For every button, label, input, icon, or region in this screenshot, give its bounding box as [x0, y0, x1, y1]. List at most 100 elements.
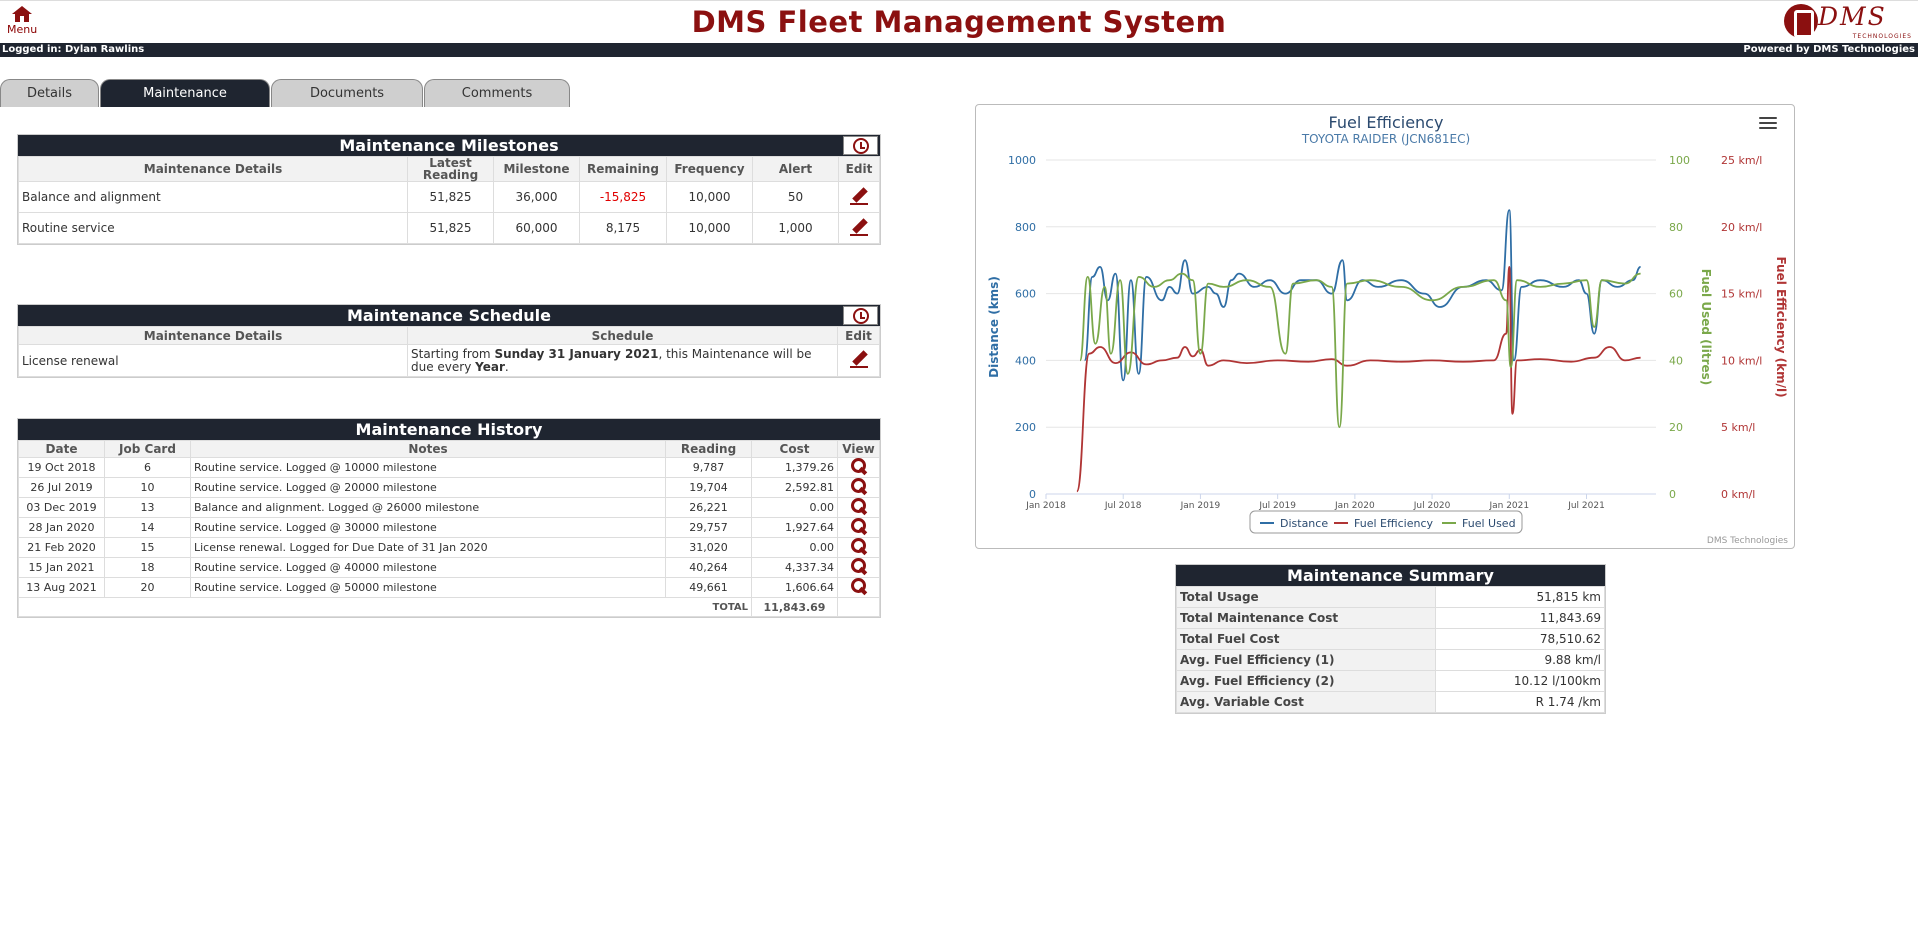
cell-milestone: 36,000 — [493, 181, 580, 213]
summary-row: Avg. Fuel Efficiency (1) 9.88 km/l — [1176, 649, 1605, 671]
y-tick-fuel-used: 40 — [1669, 354, 1683, 367]
cell-notes: Routine service. Logged @ 10000 mileston… — [190, 457, 666, 478]
logo-mark-icon — [1784, 4, 1818, 38]
edit-pencil-icon[interactable] — [849, 187, 869, 205]
cell-frequency: 10,000 — [666, 212, 753, 244]
y-tick-distance: 800 — [1015, 221, 1036, 234]
x-tick-label: Jul 2019 — [1258, 501, 1296, 511]
cell-reading: 29,757 — [665, 517, 752, 538]
y-tick-efficiency: 5 km/l — [1721, 421, 1755, 434]
summary-label: Total Maintenance Cost — [1176, 607, 1436, 629]
zoom-in-icon[interactable] — [850, 458, 867, 474]
schedule-panel: Maintenance Schedule Maintenance Details… — [17, 304, 881, 378]
cell-cost: 2,592.81 — [751, 477, 838, 498]
y-tick-distance: 0 — [1029, 488, 1036, 501]
total-label: TOTAL — [18, 597, 752, 617]
legend-item: Distance — [1280, 517, 1328, 530]
summary-value: 11,843.69 — [1435, 607, 1605, 629]
x-tick-label: Jan 2019 — [1180, 501, 1221, 511]
y-tick-efficiency: 15 km/l — [1721, 288, 1762, 301]
col-header: Date — [18, 440, 105, 458]
cell-date: 03 Dec 2019 — [18, 497, 105, 518]
cell-view — [837, 557, 880, 578]
cell-edit — [838, 212, 880, 244]
edit-pencil-icon[interactable] — [849, 218, 869, 236]
status-bar: Logged in: Dylan Rawlins Powered by DMS … — [0, 43, 1918, 57]
tab-maintenance[interactable]: Maintenance — [100, 79, 270, 107]
cell-view — [837, 497, 880, 518]
cell-cost: 0.00 — [751, 497, 838, 518]
cell-reading: 19,704 — [665, 477, 752, 498]
zoom-in-icon[interactable] — [850, 538, 867, 554]
schedule-clock-button[interactable] — [843, 306, 878, 325]
cell-latest: 51,825 — [407, 181, 494, 213]
legend-item: Fuel Efficiency — [1354, 517, 1433, 530]
cell-job: 10 — [104, 477, 191, 498]
col-header: Maintenance Details — [18, 156, 408, 182]
zoom-in-icon[interactable] — [850, 478, 867, 494]
schedule-text: Starting from — [411, 346, 495, 361]
summary-label: Avg. Variable Cost — [1176, 691, 1436, 713]
summary-header: Maintenance Summary — [1176, 565, 1605, 586]
tab-documents[interactable]: Documents — [271, 79, 423, 107]
cell-job: 20 — [104, 577, 191, 598]
history-header: Maintenance History — [18, 419, 880, 440]
table-row: 03 Dec 2019 13 Balance and alignment. Logg… — [18, 497, 880, 518]
milestones-table: Maintenance Details Latest Reading Miles… — [18, 156, 880, 244]
cell-cost: 1,927.64 — [751, 517, 838, 538]
cell-details: Balance and alignment — [18, 181, 408, 213]
edit-pencil-icon[interactable] — [849, 350, 869, 368]
cell-remaining: -15,825 — [579, 181, 667, 213]
table-row: 21 Feb 2020 15 License renewal. Logged for… — [18, 537, 880, 558]
col-header: Alert — [752, 156, 839, 182]
table-row: 13 Aug 2021 20 Routine service. Logged @ 5… — [18, 577, 880, 598]
zoom-in-icon[interactable] — [850, 578, 867, 594]
cell-date: 21 Feb 2020 — [18, 537, 105, 558]
milestones-alarm-button[interactable] — [843, 136, 878, 155]
tab-comments[interactable]: Comments — [424, 79, 570, 107]
x-tick-label: Jul 2020 — [1413, 501, 1451, 511]
tab-details[interactable]: Details — [0, 79, 99, 107]
cell-notes: Routine service. Logged @ 50000 mileston… — [190, 577, 666, 598]
x-tick-label: Jan 2018 — [1025, 501, 1066, 511]
cell-date: 13 Aug 2021 — [18, 577, 105, 598]
cell-alert: 50 — [752, 181, 839, 213]
cell-job: 15 — [104, 537, 191, 558]
cell-schedule: Starting from Sunday 31 January 2021, th… — [407, 344, 838, 377]
col-header: Remaining — [579, 156, 667, 182]
legend-item: Fuel Used — [1462, 517, 1516, 530]
cell-view — [837, 577, 880, 598]
summary-label: Avg. Fuel Efficiency (1) — [1176, 649, 1436, 671]
table-row: License renewal Starting from Sunday 31 … — [18, 344, 880, 377]
x-tick-label: Jul 2018 — [1104, 501, 1142, 511]
cell-job: 14 — [104, 517, 191, 538]
milestones-panel: Maintenance Milestones Maintenance Detai… — [17, 134, 881, 245]
table-row: 26 Jul 2019 10 Routine service. Logged @ 2… — [18, 477, 880, 498]
col-header: Reading — [665, 440, 752, 458]
zoom-in-icon[interactable] — [850, 558, 867, 574]
zoom-in-icon[interactable] — [850, 498, 867, 514]
summary-table: Total Usage 51,815 km Total Maintenance Co… — [1176, 586, 1605, 713]
alarm-clock-icon — [853, 138, 869, 154]
chart-svg: Fuel EfficiencyTOYOTA RAIDER (JCN681EC)0… — [987, 113, 1788, 546]
col-header: Frequency — [666, 156, 753, 182]
x-tick-label: Jan 2021 — [1488, 501, 1529, 511]
table-row: 28 Jan 2020 14 Routine service. Logged @ 3… — [18, 517, 880, 538]
col-header: Notes — [190, 440, 666, 458]
milestones-header: Maintenance Milestones — [18, 135, 880, 156]
cell-frequency: 10,000 — [666, 181, 753, 213]
cell-date: 28 Jan 2020 — [18, 517, 105, 538]
history-table: Date Job Card Notes Reading Cost View 19… — [18, 440, 880, 617]
cell-reading: 31,020 — [665, 537, 752, 558]
zoom-in-icon[interactable] — [850, 518, 867, 534]
y-tick-distance: 400 — [1015, 354, 1036, 367]
x-tick-label: Jan 2020 — [1334, 501, 1375, 511]
schedule-period: Year — [475, 359, 505, 374]
schedule-header: Maintenance Schedule — [18, 305, 880, 326]
cell-alert: 1,000 — [752, 212, 839, 244]
cell-remaining: 8,175 — [579, 212, 667, 244]
chart-menu-icon[interactable] — [1759, 117, 1777, 131]
cell-notes: Routine service. Logged @ 40000 mileston… — [190, 557, 666, 578]
y-tick-fuel-used: 20 — [1669, 421, 1683, 434]
y-tick-distance: 200 — [1015, 421, 1036, 434]
